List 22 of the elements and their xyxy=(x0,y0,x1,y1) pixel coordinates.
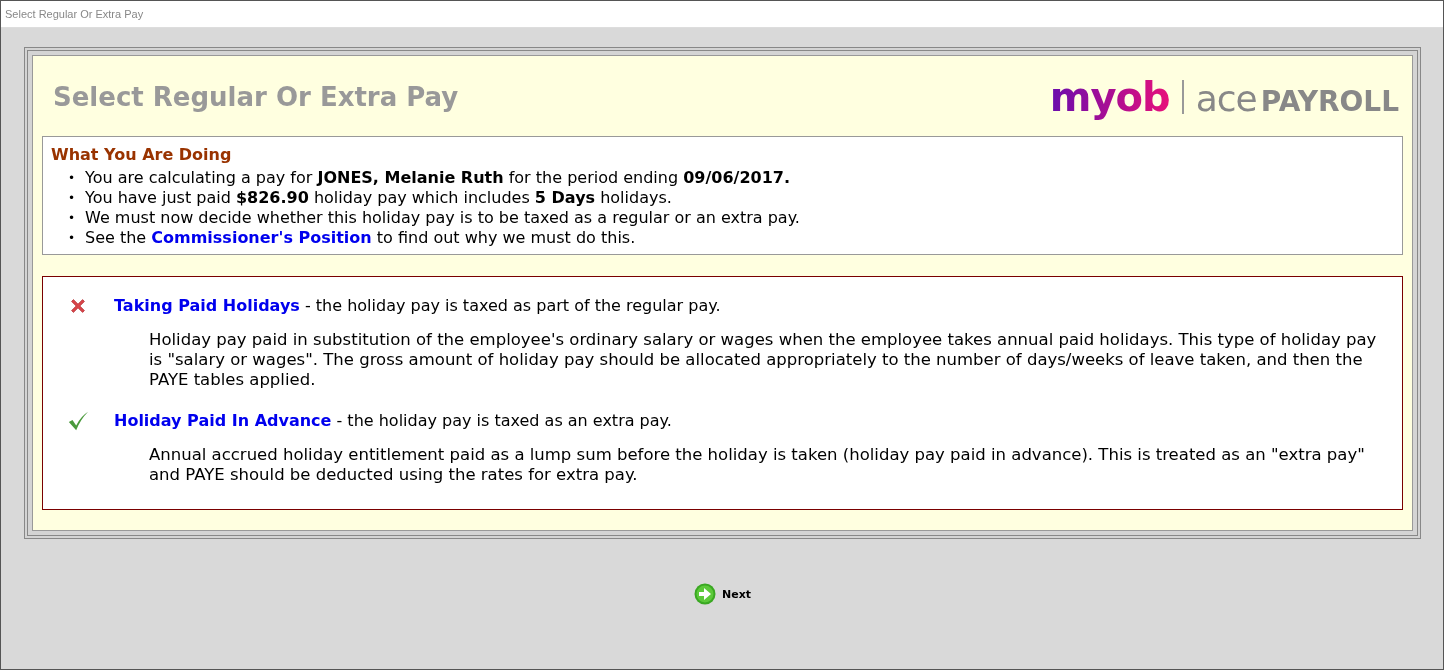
arrow-icon xyxy=(694,583,716,605)
logo-product: ace xyxy=(1195,78,1257,119)
commissioner-link[interactable]: Commissioner's Position xyxy=(151,228,372,247)
bullet-marker: • xyxy=(68,190,77,207)
bullet-text: We must now decide whether this holiday pay is to be taxed as a regular or an extra pay. xyxy=(85,208,800,228)
bullet-text: See the Commissioner's Position to find out why we must do this. xyxy=(85,228,636,248)
option-link[interactable]: Taking Paid Holidays xyxy=(114,296,300,315)
logo-product-name: PAYROLL xyxy=(1260,85,1399,118)
bullet-marker: • xyxy=(68,210,77,227)
info-title: What You Are Doing xyxy=(51,145,233,164)
bullet-marker: • xyxy=(68,230,77,247)
bullet-text: You have just paid $826.90 holiday pay which includes 5 Days holidays. xyxy=(85,188,672,208)
option-heading: Holiday Paid In Advance - the holiday pay is taxed as an extra pay. xyxy=(114,410,673,432)
option-link[interactable]: Holiday Paid In Advance xyxy=(114,411,332,430)
page-heading: Select Regular Or Extra Pay xyxy=(53,82,459,112)
option-heading: Taking Paid Holidays - the holiday pay is taxed as part of the regular pay. xyxy=(114,295,722,317)
next-button[interactable]: Next xyxy=(694,583,751,605)
bullet-marker: • xyxy=(68,170,77,187)
option-description: Annual accrued holiday entitlement paid as a lump sum before the holiday is taken (holiday pay paid in advance). This is treated as an "extra pay" and PAYE should be deducted using the rates for extra pay. xyxy=(148,445,1366,485)
bullet-text: You are calculating a pay for JONES, Melanie Ruth for the period ending 09/06/2017. xyxy=(85,168,790,188)
option-description: Holiday pay paid in substitution of the employee's ordinary salary or wages when the employee takes annual paid holidays. This type of holiday pay is "salary or wages". The gross amount of holiday pay should be allocated appropriately to the number of days/weeks of leave taken, and then the PAYE tables applied. xyxy=(148,330,1378,390)
window-title: Select Regular Or Extra Pay xyxy=(5,8,144,20)
